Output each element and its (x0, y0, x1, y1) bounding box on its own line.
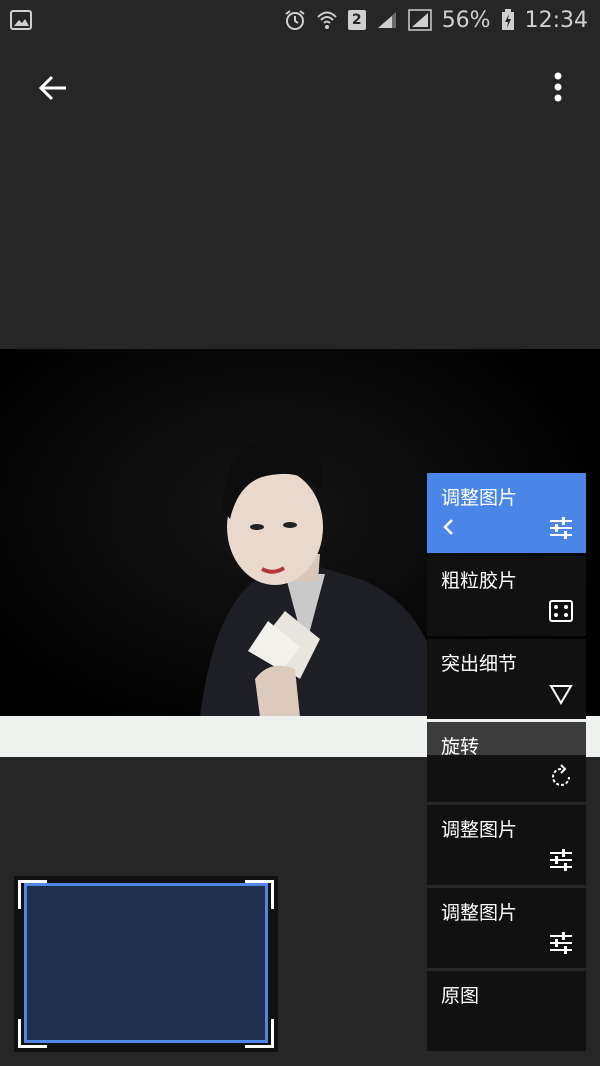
sim-badge-text: 2 (351, 12, 362, 28)
dice-icon (548, 598, 574, 624)
thumbnail-selection (24, 883, 268, 1043)
crop-corner-top-right[interactable] (245, 880, 274, 909)
menu-item-rotate[interactable]: 旋转 (427, 722, 586, 802)
sliders-icon (548, 515, 574, 541)
menu-item-label: 调整图片 (441, 819, 518, 841)
menu-item-details[interactable]: 突出细节 (427, 639, 586, 719)
more-options-button[interactable] (538, 66, 578, 110)
status-bar: 2 56% 12:34 (0, 0, 600, 40)
alarm-icon (284, 9, 306, 31)
menu-item-adjust-image[interactable]: 调整图片 (427, 473, 586, 553)
menu-item-label: 调整图片 (441, 902, 518, 924)
menu-item-label: 粗粒胶片 (441, 570, 518, 592)
signal-icon (376, 10, 398, 30)
clock: 12:34 (524, 7, 588, 33)
battery-charging-icon (501, 9, 515, 31)
edit-stack-menu: 调整图片 粗粒胶片 突出细节 旋转 调整图片 调整图片 原图 (427, 473, 586, 1054)
more-vert-icon (554, 72, 562, 102)
crop-corner-bottom-right[interactable] (245, 1019, 274, 1048)
menu-item-adjust-image-2[interactable]: 调整图片 (427, 805, 586, 885)
triangle-down-icon (548, 681, 574, 707)
back-button[interactable] (32, 66, 76, 110)
menu-item-label: 调整图片 (441, 487, 518, 509)
sim-badge-icon: 2 (347, 10, 366, 30)
battery-percent: 56% (441, 7, 491, 33)
sliders-icon (548, 847, 574, 873)
menu-item-label: 旋转 (441, 736, 480, 758)
menu-item-adjust-image-3[interactable]: 调整图片 (427, 888, 586, 968)
signal-2-icon (407, 9, 432, 31)
menu-item-label: 突出细节 (441, 653, 518, 675)
menu-item-grainy-film[interactable]: 粗粒胶片 (427, 556, 586, 636)
wifi-icon (316, 9, 338, 31)
rotate-icon (548, 764, 574, 790)
chevron-left-icon[interactable] (439, 515, 459, 539)
crop-corner-top-left[interactable] (18, 880, 47, 909)
arrow-left-icon (38, 75, 66, 101)
crop-corner-bottom-left[interactable] (18, 1019, 47, 1048)
menu-item-label: 原图 (441, 985, 480, 1007)
thumbnail-preview[interactable] (14, 876, 278, 1052)
menu-item-original[interactable]: 原图 (427, 971, 586, 1051)
sliders-icon (548, 930, 574, 956)
gallery-notification-icon (10, 10, 32, 30)
top-bar (0, 40, 600, 130)
